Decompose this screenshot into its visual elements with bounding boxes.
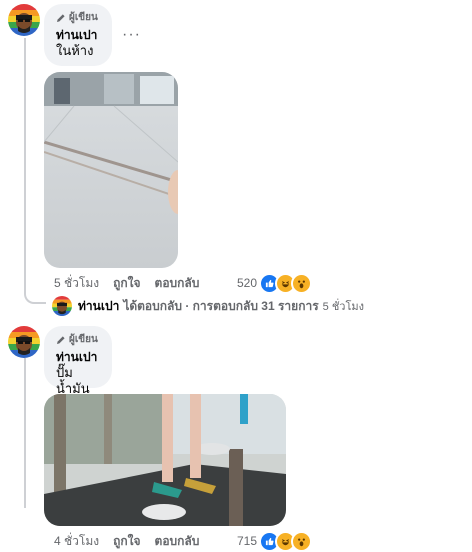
comment-text: ปั๊มน้ำมัน — [56, 365, 90, 396]
comment-author-name[interactable]: ท่านเปา — [56, 349, 100, 365]
like-button[interactable]: ถูกใจ — [113, 274, 140, 293]
reply-button[interactable]: ตอบกลับ — [155, 274, 200, 293]
thread-line — [24, 358, 26, 508]
reaction-count: 520 — [237, 276, 258, 290]
avatar[interactable] — [8, 326, 40, 358]
comment-author-name[interactable]: ท่านเปา — [56, 27, 100, 43]
comment-bubble: ผู้เขียน ท่านเปา ในห้าง — [44, 4, 112, 66]
author-badge: ผู้เขียน — [56, 333, 100, 346]
pencil-icon — [57, 335, 65, 344]
more-dots-icon[interactable]: ··· — [122, 26, 141, 44]
comment-actions: 4 ชั่วโมง ถูกใจ ตอบกลับ — [54, 532, 213, 550]
comment-photo[interactable] — [44, 72, 178, 268]
reply-author-name: ท่านเปา — [78, 298, 120, 313]
author-badge: ผู้เขียน — [56, 11, 100, 24]
view-replies-link[interactable]: ท่านเปา ได้ตอบกลับ · การตอบกลับ 31 รายกา… — [52, 296, 364, 316]
author-badge-label: ผู้เขียน — [69, 334, 98, 345]
wow-icon — [291, 272, 313, 294]
reply-button[interactable]: ตอบกลับ — [155, 532, 200, 551]
like-button[interactable]: ถูกใจ — [113, 532, 140, 551]
comment-bubble: ผู้เขียน ท่านเปา ปั๊มน้ำมัน — [44, 326, 112, 396]
comment-time[interactable]: 5 ชั่วโมง — [54, 274, 99, 293]
reaction-summary[interactable]: 715 — [237, 530, 313, 552]
comment-actions: 5 ชั่วโมง ถูกใจ ตอบกลับ — [54, 274, 213, 292]
comment-time[interactable]: 4 ชั่วโมง — [54, 532, 99, 551]
wow-icon — [291, 530, 313, 552]
comment-photo[interactable] — [44, 394, 286, 526]
thread-line-elbow — [24, 292, 46, 304]
thread-line — [24, 38, 26, 294]
pencil-icon — [57, 13, 65, 22]
reply-summary-time: 5 ชั่วโมง — [322, 301, 364, 313]
reply-summary-text: ได้ตอบกลับ · การตอบกลับ 31 รายการ — [123, 298, 319, 313]
avatar[interactable] — [8, 4, 40, 36]
reaction-summary[interactable]: 520 — [237, 272, 313, 294]
avatar-small — [52, 296, 72, 316]
author-badge-label: ผู้เขียน — [69, 12, 98, 23]
reaction-count: 715 — [237, 534, 258, 548]
comment-text: ในห้าง — [56, 43, 94, 58]
